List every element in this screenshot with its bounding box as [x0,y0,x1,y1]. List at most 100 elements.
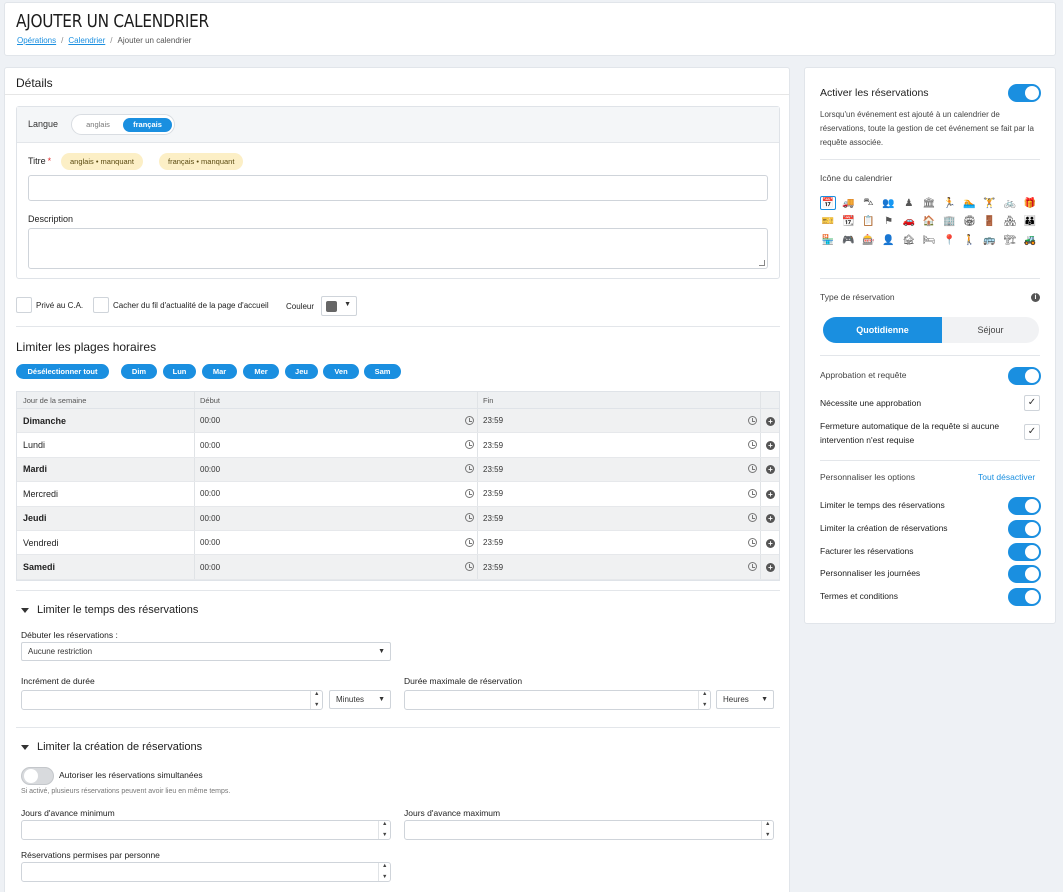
day-button-sun[interactable]: Dim [121,364,157,379]
clock-icon[interactable] [465,513,474,523]
disable-all-link[interactable]: Tout désactiver [978,472,1035,482]
add-icon[interactable]: + [766,563,775,573]
clock-icon[interactable] [748,513,757,523]
title-input[interactable] [28,175,768,201]
calendar-icon-option[interactable]: ♟ [901,196,917,210]
min-days-input[interactable] [21,820,391,840]
per-person-input[interactable] [21,862,391,882]
increment-input[interactable] [21,690,323,710]
end-time-input[interactable]: 23:59 [483,531,503,554]
day-button-mon[interactable]: Lun [163,364,196,379]
calendar-icon-option[interactable]: ⛍ [860,196,876,210]
option-toggle[interactable] [1008,565,1041,584]
clock-icon[interactable] [748,464,757,474]
add-icon[interactable]: + [766,489,775,499]
start-time-input[interactable]: 00:00 [200,458,220,481]
calendar-icon-option[interactable]: 📆 [840,215,856,229]
start-time-input[interactable]: 00:00 [200,531,220,554]
calendar-icon-option[interactable]: 🏚 [901,233,917,247]
day-button-wed[interactable]: Mer [243,364,279,379]
stepper[interactable] [310,691,322,709]
stepper[interactable] [761,821,773,839]
calendar-icon-option[interactable]: 🎫 [820,215,836,229]
calendar-icon-option[interactable]: 🎰 [860,233,876,247]
end-time-input[interactable]: 23:59 [483,433,503,456]
end-time-input[interactable]: 23:59 [483,458,503,481]
breadcrumb-calendar[interactable]: Calendrier [68,36,105,45]
calendar-icon-option[interactable]: 🏟 [961,215,977,229]
calendar-icon-option[interactable]: 🏊 [961,196,977,210]
limit-time-section[interactable]: Limiter le temps des réservations [21,604,198,616]
calendar-icon-option[interactable]: 👤 [881,233,897,247]
resize-handle[interactable] [759,260,765,266]
clock-icon[interactable] [465,415,474,425]
needs-approval-checkbox[interactable]: ✓ [1024,395,1040,411]
calendar-icon-option[interactable]: 🎮 [840,233,856,247]
calendar-icon-option[interactable]: 🚪 [982,215,998,229]
option-toggle[interactable] [1008,588,1041,607]
description-textarea[interactable] [28,228,768,269]
stepper[interactable] [698,691,710,709]
calendar-icon-option[interactable]: 🚚 [840,196,856,210]
start-time-input[interactable]: 00:00 [200,555,220,578]
add-icon[interactable]: + [766,441,775,451]
calendar-icon-option[interactable]: 👥 [881,196,897,210]
calendar-icon-option[interactable]: 🏠 [921,215,937,229]
day-button-fri[interactable]: Ven [323,364,359,379]
language-option-french[interactable]: français [123,118,172,132]
max-duration-unit-select[interactable]: Heures ▼ [716,690,774,709]
calendar-icon-option[interactable]: 🚜 [1022,233,1038,247]
option-toggle[interactable] [1008,542,1041,561]
calendar-icon-option[interactable]: 🚲 [1002,196,1018,210]
calendar-icon-option[interactable]: 🏪 [820,233,836,247]
auto-close-checkbox[interactable]: ✓ [1024,424,1040,440]
calendar-icon-option[interactable]: 📅 [820,196,836,210]
stepper[interactable] [378,821,390,839]
breadcrumb-operations[interactable]: Opérations [17,36,56,45]
end-time-input[interactable]: 23:59 [483,482,503,505]
clock-icon[interactable] [748,537,757,547]
deselect-all-button[interactable]: Désélectionner tout [16,364,109,379]
calendar-icon-option[interactable]: 🛏 [921,233,937,247]
calendar-icon-option[interactable]: 🚗 [901,215,917,229]
type-option-stay[interactable]: Séjour [942,317,1039,343]
hide-feed-checkbox[interactable] [93,297,109,313]
calendar-icon-option[interactable]: 🏛 [921,196,937,210]
increment-unit-select[interactable]: Minutes ▼ [329,690,391,709]
clock-icon[interactable] [465,440,474,450]
day-button-sat[interactable]: Sam [364,364,401,379]
end-time-input[interactable]: 23:59 [483,555,503,578]
stepper[interactable] [378,863,390,881]
calendar-icon-option[interactable]: 🏋 [982,196,998,210]
limit-creation-section[interactable]: Limiter la création de réservations [21,741,202,753]
info-icon[interactable]: i [1031,293,1040,302]
calendar-icon-option[interactable]: 🏗 [1002,233,1018,247]
max-duration-input[interactable] [404,690,711,710]
start-time-input[interactable]: 00:00 [200,433,220,456]
calendar-icon-option[interactable]: 🏘 [1002,215,1018,229]
color-select[interactable]: ▼ [321,296,357,316]
end-time-input[interactable]: 23:59 [483,507,503,530]
language-option-english[interactable]: anglais [76,118,120,132]
add-icon[interactable]: + [766,465,775,475]
clock-icon[interactable] [465,562,474,572]
calendar-icon-option[interactable]: 👪 [1022,215,1038,229]
max-days-input[interactable] [404,820,774,840]
add-icon[interactable]: + [766,514,775,524]
private-checkbox[interactable] [16,297,32,313]
option-toggle[interactable] [1008,497,1041,515]
start-time-input[interactable]: 00:00 [200,409,220,432]
calendar-icon-option[interactable]: 🚶 [961,233,977,247]
booking-type-segment[interactable]: Quotidienne Séjour [823,317,1039,343]
start-booking-select[interactable]: Aucune restriction ▼ [21,642,391,661]
start-time-input[interactable]: 00:00 [200,482,220,505]
clock-icon[interactable] [748,562,757,572]
simultaneous-toggle[interactable] [21,767,54,785]
calendar-icon-option[interactable]: 🏃 [941,196,957,210]
calendar-icon-option[interactable]: ⚑ [881,215,897,229]
language-toggle[interactable]: anglais français [71,114,175,135]
clock-icon[interactable] [748,440,757,450]
option-toggle[interactable] [1008,519,1041,538]
calendar-icon-option[interactable]: 🚌 [982,233,998,247]
calendar-icon-option[interactable]: 🎁 [1022,196,1038,210]
